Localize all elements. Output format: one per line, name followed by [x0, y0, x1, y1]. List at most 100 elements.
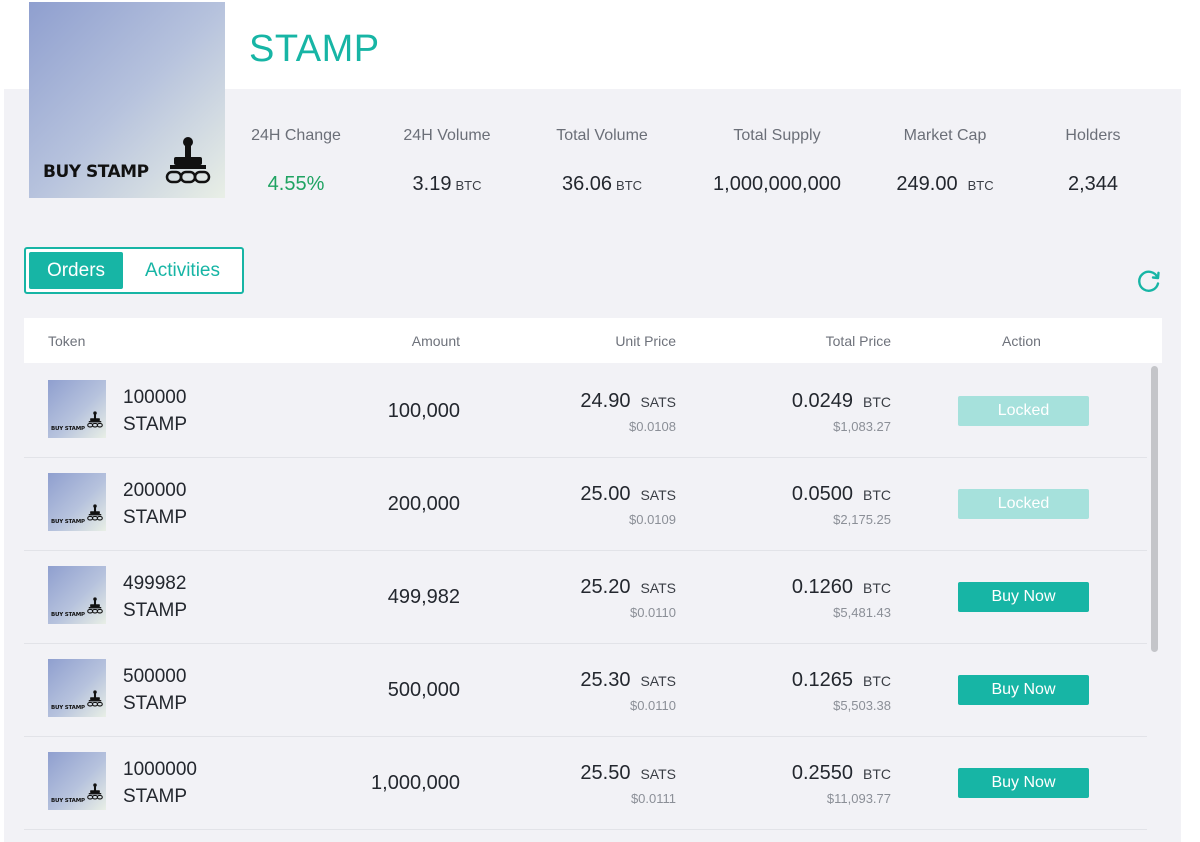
table-row: BUY STAMP 500000 STAMP 500,000 25.30 SATS $0.0… [24, 643, 1147, 737]
thumbnail-text: BUY STAMP [51, 705, 85, 711]
unit-price-value: 24.90 [580, 390, 631, 412]
token-ticker: STAMP [123, 414, 188, 435]
stamp-icon [87, 411, 103, 434]
logo-text: BUY STAMP [43, 162, 149, 182]
unit-price-currency: SATS [640, 673, 676, 689]
tab-activities[interactable]: Activities [126, 252, 239, 289]
buy-now-button[interactable]: Buy Now [958, 582, 1089, 612]
unit-price-cell: 25.20 SATS $0.0110 [580, 575, 676, 622]
total-price-usd: $2,175.25 [833, 512, 891, 527]
tab-orders[interactable]: Orders [29, 252, 123, 289]
unit-price-value: 25.50 [580, 762, 631, 784]
unit-price-value: 25.30 [580, 669, 631, 691]
token-thumbnail: BUY STAMP [48, 473, 106, 531]
thumbnail-text: BUY STAMP [51, 519, 85, 525]
total-price-value: 0.0500 [791, 483, 853, 505]
amount-cell: 499,982 [387, 586, 460, 608]
orders-list: BUY STAMP 100000 STAMP 100,000 24.90 SATS $0.0… [24, 364, 1147, 842]
stat-label: Market Cap [903, 127, 987, 144]
header-action: Action [1002, 333, 1041, 349]
unit-price-usd: $0.0111 [630, 791, 676, 806]
total-price-value: 0.1265 [791, 669, 853, 691]
token-name: 200000 STAMP [123, 477, 187, 531]
stat-value: 1,000,000,000 [713, 173, 841, 195]
total-price-usd: $1,083.27 [833, 419, 891, 434]
locked-button[interactable]: Locked [958, 489, 1089, 519]
token-name: 1000000 STAMP [123, 756, 197, 810]
total-price-value: 0.0249 [791, 390, 853, 412]
stat-label: Holders [1065, 127, 1121, 144]
total-price-cell: 0.1260 BTC $5,481.43 [792, 575, 891, 622]
unit-price-usd: $0.0110 [629, 698, 676, 713]
locked-button[interactable]: Locked [958, 396, 1089, 426]
unit-price-cell: 25.50 SATS $0.0111 [580, 761, 676, 808]
buy-now-button[interactable]: Buy Now [958, 768, 1089, 798]
table-row: BUY STAMP 499982 STAMP 499,982 25.20 SATS $0.0… [24, 550, 1147, 644]
total-price-usd: $5,481.43 [833, 605, 891, 620]
unit-price-cell: 24.90 SATS $0.0108 [580, 389, 676, 436]
stat-24h-volume: 24H Volume 3.19 BTC [392, 126, 502, 198]
total-price-currency: BTC [863, 766, 891, 782]
stamp-icon [87, 597, 103, 620]
stat-label: 24H Volume [403, 127, 491, 144]
stat-label: 24H Change [251, 127, 341, 144]
token-thumbnail: BUY STAMP [48, 752, 106, 810]
token-quantity: 100000 [123, 387, 187, 408]
stat-value: 3.19 BTC [412, 173, 482, 195]
amount-cell: 500,000 [387, 679, 460, 701]
total-price-usd: $5,503.38 [833, 698, 891, 713]
stat-value: 36.06 BTC [561, 173, 643, 195]
unit-price-value: 25.00 [580, 483, 631, 505]
total-price-currency: BTC [863, 487, 891, 503]
header-unit-price: Unit Price [615, 333, 676, 349]
stamp-icon [87, 504, 103, 527]
stat-holders: Holders 2,344 [1052, 126, 1134, 196]
total-price-currency: BTC [863, 580, 891, 596]
stamp-icon [87, 783, 103, 806]
refresh-icon[interactable] [1136, 268, 1162, 294]
total-price-cell: 0.0249 BTC $1,083.27 [792, 389, 891, 436]
total-price-usd: $11,093.77 [826, 791, 891, 806]
amount-cell: 100,000 [387, 400, 460, 422]
total-price-value: 0.2550 [791, 762, 853, 784]
total-price-cell: 0.0500 BTC $2,175.25 [792, 482, 891, 529]
page-title: STAMP [249, 28, 380, 70]
scrollbar[interactable] [1151, 366, 1158, 652]
token-thumbnail: BUY STAMP [48, 659, 106, 717]
thumbnail-text: BUY STAMP [51, 426, 85, 432]
stat-market-cap: Market Cap 249.00 BTC [884, 126, 1006, 198]
thumbnail-text: BUY STAMP [51, 798, 85, 804]
thumbnail-text: BUY STAMP [51, 612, 85, 618]
token-quantity: 499982 [123, 573, 187, 594]
table-row: BUY STAMP 100000 STAMP 100,000 24.90 SATS $0.0… [24, 364, 1147, 458]
stat-24h-change: 24H Change 4.55% [240, 126, 352, 196]
token-quantity: 1000000 [123, 759, 197, 780]
buy-now-button[interactable]: Buy Now [958, 675, 1089, 705]
unit-price-value: 25.20 [580, 576, 631, 598]
token-ticker: STAMP [123, 693, 188, 714]
token-name: 100000 STAMP [123, 384, 187, 438]
table-row: BUY STAMP 1000000 STAMP 1,000,000 25.50 SATS $… [24, 736, 1147, 830]
unit-price-currency: SATS [640, 487, 676, 503]
stamp-icon [87, 690, 103, 713]
unit-price-cell: 25.00 SATS $0.0109 [580, 482, 676, 529]
total-price-cell: 0.1265 BTC $5,503.38 [792, 668, 891, 715]
unit-price-currency: SATS [640, 766, 676, 782]
unit-price-usd: $0.0110 [629, 605, 676, 620]
stat-value: 249.00 BTC [896, 173, 994, 195]
table-header: Token Amount Unit Price Total Price Acti… [24, 318, 1162, 363]
stamp-icon [165, 137, 211, 184]
header-total-price: Total Price [825, 333, 891, 349]
amount-cell: 200,000 [387, 493, 460, 515]
stat-total-volume: Total Volume 36.06 BTC [542, 126, 662, 198]
unit-price-usd: $0.0108 [629, 419, 676, 434]
token-quantity: 500000 [123, 666, 187, 687]
token-name: 500000 STAMP [123, 663, 187, 717]
total-price-currency: BTC [863, 394, 891, 410]
stat-label: Total Supply [733, 127, 821, 144]
unit-price-currency: SATS [640, 394, 676, 410]
token-thumbnail: BUY STAMP [48, 380, 106, 438]
stat-label: Total Volume [556, 127, 648, 144]
unit-price-cell: 25.30 SATS $0.0110 [580, 668, 676, 715]
stat-total-supply: Total Supply 1,000,000,000 [700, 126, 854, 196]
